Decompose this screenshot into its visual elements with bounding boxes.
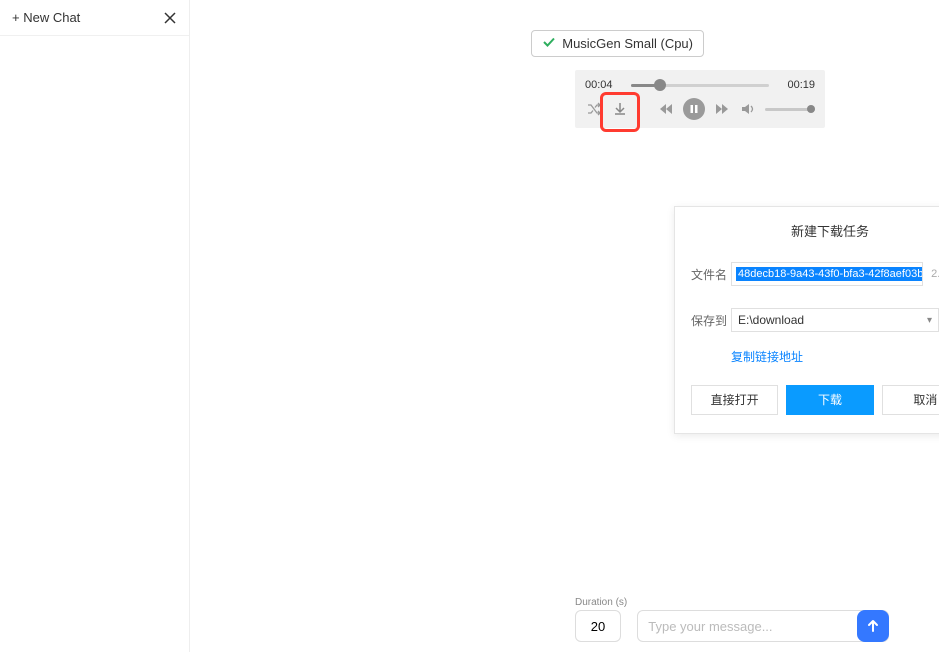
volume-slider[interactable] [765, 103, 815, 115]
forward-icon[interactable] [713, 100, 731, 118]
save-label: 保存到 [691, 312, 731, 329]
sidebar: + New Chat [0, 0, 190, 652]
input-bar: Duration (s) [575, 597, 889, 642]
rewind-icon[interactable] [657, 100, 675, 118]
download-dialog: 新建下载任务 文件名 48decb18-9a43-43f0-bfa3-42f8a… [674, 206, 939, 434]
cancel-button[interactable]: 取消 [882, 385, 939, 415]
copy-link[interactable]: 复制链接地址 [731, 348, 939, 365]
message-input[interactable] [637, 610, 889, 642]
progress-slider[interactable] [631, 78, 769, 92]
filename-input[interactable]: 48decb18-9a43-43f0-bfa3-42f8aef03b33 .wa… [731, 262, 923, 286]
current-time: 00:04 [585, 79, 621, 91]
file-size: 2.43MB [931, 268, 939, 280]
audio-player: 00:04 00:19 [575, 70, 825, 128]
file-label: 文件名 [691, 266, 731, 283]
main-area: MusicGen Small (Cpu) 00:04 00:19 [190, 0, 939, 652]
pause-button[interactable] [683, 98, 705, 120]
new-chat-button[interactable]: + New Chat [12, 10, 80, 25]
model-badge: MusicGen Small (Cpu) [531, 30, 704, 57]
open-button[interactable]: 直接打开 [691, 385, 778, 415]
close-icon[interactable] [163, 11, 177, 25]
save-path-select[interactable]: E:\download ▾ [731, 308, 939, 332]
save-path-value: E:\download [738, 313, 804, 327]
duration-input[interactable] [575, 610, 621, 642]
duration-label: Duration (s) [575, 597, 627, 608]
total-time: 00:19 [779, 79, 815, 91]
check-icon [542, 35, 556, 52]
shuffle-icon[interactable] [585, 100, 603, 118]
model-name: MusicGen Small (Cpu) [562, 36, 693, 51]
send-button[interactable] [857, 610, 889, 642]
filename-selected: 48decb18-9a43-43f0-bfa3-42f8aef03b33 [736, 267, 923, 281]
dialog-title: 新建下载任务 [691, 221, 939, 240]
chevron-down-icon: ▾ [927, 315, 932, 326]
download-button[interactable]: 下载 [786, 385, 873, 415]
download-icon[interactable] [611, 100, 629, 118]
sidebar-header: + New Chat [0, 0, 189, 36]
volume-icon[interactable] [739, 100, 757, 118]
